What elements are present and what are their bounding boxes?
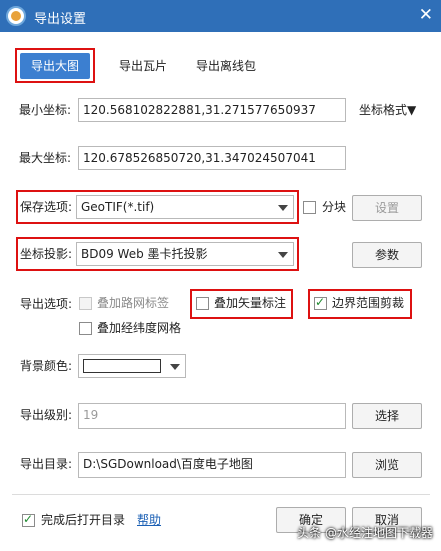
open-after-checkbox[interactable]: [22, 512, 35, 527]
save-format-value: GeoTIF(*.tif): [81, 200, 155, 214]
settings-button[interactable]: 设置: [352, 195, 422, 221]
divider: [12, 494, 430, 495]
projection-value: BD09 Web 墨卡托投影: [81, 247, 208, 261]
window-title: 导出设置: [34, 12, 87, 27]
close-icon[interactable]: ✕: [419, 5, 433, 25]
projection-label: 坐标投影:: [20, 247, 73, 261]
export-level-label: 导出级别:: [20, 408, 73, 422]
app-logo-icon: [6, 6, 26, 26]
save-format-select[interactable]: GeoTIF(*.tif): [76, 195, 294, 219]
vector-labels-label: 叠加矢量标注: [214, 296, 287, 310]
chevron-down-icon: [278, 205, 288, 211]
export-options-label: 导出选项:: [20, 297, 73, 311]
color-swatch: [83, 359, 161, 373]
tab-export-image[interactable]: 导出大图: [20, 53, 90, 79]
split-label: 分块: [322, 200, 347, 214]
save-option-label: 保存选项:: [20, 200, 73, 214]
background-color-picker[interactable]: [78, 354, 186, 378]
boundary-clip-label: 边界范围剪裁: [332, 296, 405, 310]
export-directory-label: 导出目录:: [20, 457, 73, 471]
chevron-down-icon: [170, 364, 180, 370]
coord-format-dropdown[interactable]: 坐标格式▼: [359, 98, 416, 122]
select-level-button[interactable]: 选择: [352, 403, 422, 429]
min-coord-label: 最小坐标:: [19, 103, 72, 117]
open-after-label: 完成后打开目录: [41, 513, 126, 527]
road-labels-checkbox[interactable]: [79, 297, 92, 310]
boundary-clip-checkbox[interactable]: [314, 295, 327, 310]
vector-labels-checkbox[interactable]: [196, 297, 209, 310]
chevron-down-icon: [278, 252, 288, 258]
export-level-input[interactable]: 19: [78, 403, 346, 429]
export-directory-input[interactable]: D:\SGDownload\百度电子地图: [78, 452, 346, 478]
split-checkbox[interactable]: [303, 201, 316, 214]
min-coord-input[interactable]: 120.568102822881,31.271577650937: [78, 98, 346, 122]
lat-lon-grid-checkbox[interactable]: [79, 322, 92, 335]
browse-button[interactable]: 浏览: [352, 452, 422, 478]
tab-export-tiles[interactable]: 导出瓦片: [108, 53, 178, 79]
watermark: 头条 @水经注地图下载器: [297, 526, 433, 540]
projection-select[interactable]: BD09 Web 墨卡托投影: [76, 242, 294, 266]
road-labels-label: 叠加路网标签: [97, 296, 170, 310]
lat-lon-grid-label: 叠加经纬度网格: [97, 321, 182, 335]
background-color-label: 背景颜色:: [20, 359, 73, 373]
help-link[interactable]: 帮助: [137, 512, 161, 528]
tab-export-offline[interactable]: 导出离线包: [186, 53, 266, 79]
title-bar: 导出设置 ✕: [0, 0, 441, 32]
max-coord-label: 最大坐标:: [19, 151, 72, 165]
max-coord-input[interactable]: 120.678526850720,31.347024507041: [78, 146, 346, 170]
params-button[interactable]: 参数: [352, 242, 422, 268]
